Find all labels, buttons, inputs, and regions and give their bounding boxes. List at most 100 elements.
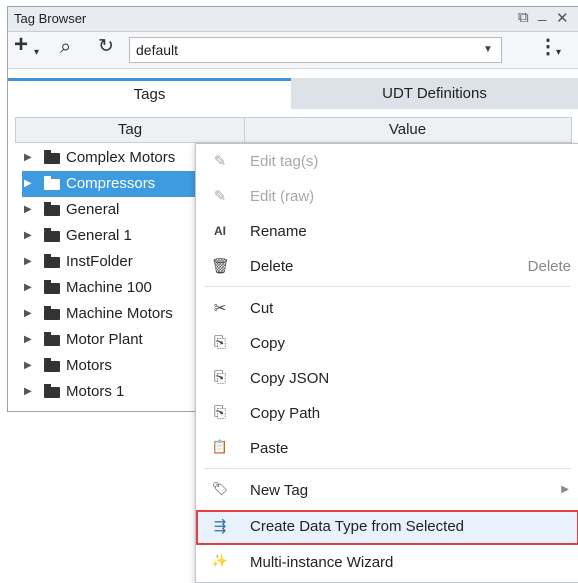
tree-item-label: Machine Motors (66, 305, 173, 322)
menu-separator (204, 468, 571, 469)
menu-item-label: Cut (250, 300, 274, 317)
menu-item-label: Edit tag(s) (250, 153, 319, 170)
provider-value: default (136, 42, 179, 58)
tree-row[interactable]: ▶ General (22, 197, 202, 223)
menu-item-new-tag[interactable]: 🏷 New Tag ▶ (196, 474, 578, 509)
menu-item-edit-raw[interactable]: ✎ Edit (raw) (196, 180, 578, 215)
menu-item-cut[interactable]: ✂ Cut (196, 292, 578, 327)
tree-row[interactable]: ▶ General 1 (22, 223, 202, 249)
expand-arrow-icon[interactable]: ▶ (24, 301, 32, 327)
folder-icon (44, 306, 60, 320)
menu-item-label: Copy (250, 335, 286, 352)
clipboard-icon: 📋 (211, 439, 229, 454)
pencil-icon: ✎ (213, 188, 227, 205)
chevron-down-icon[interactable]: ▾ (556, 43, 561, 63)
title-bar: Tag Browser ⧉ _ ✕ (8, 5, 578, 32)
tree-item-label: Machine 100 (66, 279, 152, 296)
tab-udt-definitions[interactable]: UDT Definitions (291, 78, 578, 109)
menu-item-create-data-type[interactable]: ⇶ Create Data Type from Selected (196, 510, 578, 545)
expand-arrow-icon[interactable]: ▶ (24, 327, 32, 353)
folder-icon (44, 176, 60, 190)
expand-arrow-icon[interactable]: ▶ (24, 275, 32, 301)
folder-icon (44, 228, 60, 242)
column-header-value[interactable]: Value (244, 118, 571, 142)
menu-item-label: Delete (250, 258, 294, 275)
folder-icon (44, 202, 60, 216)
tab-bar: Tags UDT Definitions (8, 78, 578, 109)
tree-item-label: Complex Motors (66, 149, 176, 166)
wizard-icon: ✨ (211, 553, 229, 568)
toolbar: + ▾ ⌕ ↻ default ▼ ⋮ ▾ (8, 32, 578, 69)
expand-arrow-icon[interactable]: ▶ (24, 379, 32, 405)
menu-item-rename[interactable]: AI Rename (196, 215, 578, 250)
chevron-down-icon: ▼ (483, 44, 493, 55)
menu-item-delete[interactable]: 🗑 Delete Delete (196, 250, 578, 285)
tree-item-label: InstFolder (66, 253, 133, 270)
expand-arrow-icon[interactable]: ▶ (24, 353, 32, 379)
window-title: Tag Browser (14, 11, 87, 26)
menu-item-label: Rename (250, 223, 307, 240)
menu-item-edit-tags[interactable]: ✎ Edit tag(s) (196, 145, 578, 180)
tree-row[interactable]: ▶ InstFolder (22, 249, 202, 275)
folder-icon (44, 358, 60, 372)
pencil-icon: ✎ (213, 153, 227, 170)
menu-item-label: Copy JSON (250, 370, 330, 387)
tree-row[interactable]: ▶ Motors 1 (22, 379, 202, 405)
tree-item-label: Motor Plant (66, 331, 143, 348)
more-options-icon[interactable]: ⋮ (538, 37, 558, 57)
shortcut-label: Delete (527, 258, 571, 275)
tree-row[interactable]: ▶ Machine 100 (22, 275, 202, 301)
folder-icon (44, 384, 60, 398)
create-data-type-icon: ⇶ (213, 518, 227, 535)
tab-tags[interactable]: Tags (8, 78, 291, 109)
search-icon[interactable]: ⌕ (60, 37, 71, 57)
expand-arrow-icon[interactable]: ▶ (24, 171, 32, 197)
folder-icon (44, 254, 60, 268)
add-icon[interactable]: + (14, 33, 28, 57)
column-header-tag[interactable]: Tag (16, 118, 245, 142)
rename-icon: AI (214, 224, 226, 238)
folder-icon (44, 150, 60, 164)
menu-item-paste[interactable]: 📋 Paste (196, 432, 578, 467)
provider-select[interactable]: default ▼ (129, 37, 502, 63)
tree-item-label: General 1 (66, 227, 132, 244)
menu-item-copy-path[interactable]: ⎘ Copy Path (196, 397, 578, 432)
tree-row[interactable]: ▶ Complex Motors (22, 145, 202, 171)
column-header: Tag Value (15, 117, 572, 143)
tree-row[interactable]: ▶ Machine Motors (22, 301, 202, 327)
menu-item-copy[interactable]: ⎘ Copy (196, 327, 578, 362)
minimize-icon[interactable]: _ (538, 5, 546, 22)
refresh-icon[interactable]: ↻ (98, 37, 114, 57)
copy-json-icon: ⎘ (213, 369, 226, 386)
menu-item-label: Multi-instance Wizard (250, 554, 394, 571)
tree-item-label: Compressors (66, 175, 156, 192)
restore-icon[interactable]: ⧉ (518, 9, 529, 26)
tree-item-label: General (66, 201, 120, 218)
trash-icon: 🗑 (211, 258, 231, 275)
folder-icon (44, 280, 60, 294)
chevron-down-icon[interactable]: ▾ (34, 43, 39, 63)
context-menu: ✎ Edit tag(s) ✎ Edit (raw) AI Rename 🗑 D… (195, 143, 578, 583)
expand-arrow-icon[interactable]: ▶ (24, 249, 32, 275)
menu-item-copy-json[interactable]: ⎘ Copy JSON (196, 362, 578, 397)
tree-row-selected[interactable]: ▶ Compressors (22, 171, 202, 197)
folder-icon (44, 332, 60, 346)
expand-arrow-icon[interactable]: ▶ (24, 223, 32, 249)
close-icon[interactable]: ✕ (556, 9, 569, 27)
menu-item-label: Create Data Type from Selected (250, 518, 464, 535)
menu-item-label: Copy Path (250, 405, 321, 422)
menu-item-multi-instance-wizard[interactable]: ✨ Multi-instance Wizard (196, 546, 578, 581)
copy-path-icon: ⎘ (213, 404, 226, 421)
tree-row[interactable]: ▶ Motor Plant (22, 327, 202, 353)
expand-arrow-icon[interactable]: ▶ (24, 145, 32, 171)
tree-item-label: Motors (66, 357, 112, 374)
submenu-arrow-icon: ▶ (561, 484, 569, 495)
menu-separator (204, 286, 571, 287)
new-tag-icon: 🏷 (211, 481, 229, 496)
menu-item-label: New Tag (250, 482, 309, 499)
menu-item-label: Paste (250, 440, 289, 457)
scissors-icon: ✂ (213, 300, 227, 317)
menu-item-label: Edit (raw) (250, 188, 315, 205)
tree-row[interactable]: ▶ Motors (22, 353, 202, 379)
expand-arrow-icon[interactable]: ▶ (24, 197, 32, 223)
